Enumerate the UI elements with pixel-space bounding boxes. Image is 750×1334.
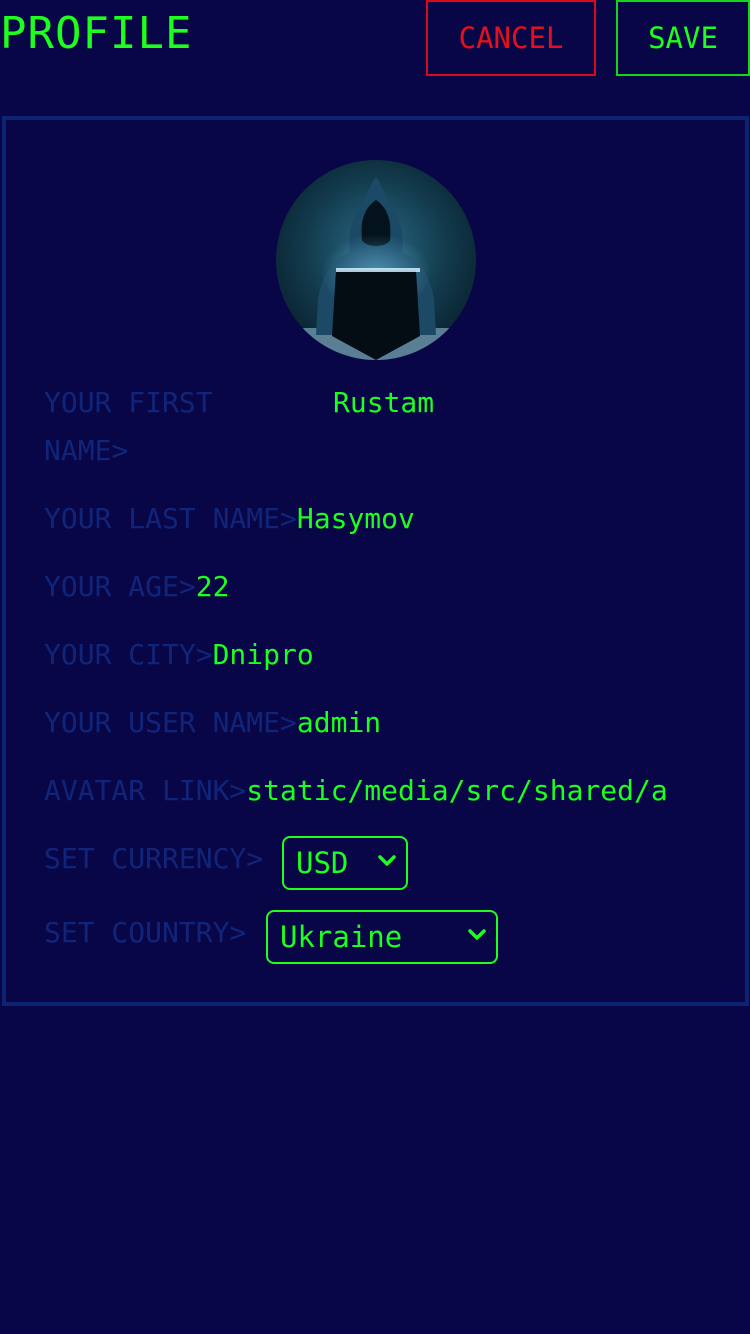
age-row: YOUR AGE>22: [44, 570, 229, 603]
user-name-field[interactable]: admin: [297, 706, 381, 739]
city-label: YOUR CITY>: [44, 638, 213, 671]
city-row: YOUR CITY>Dnipro: [44, 638, 314, 671]
country-label: SET COUNTRY>: [44, 916, 247, 949]
chevron-down-icon: [468, 929, 486, 940]
header: PROFILE CANCEL SAVE: [0, 0, 750, 80]
avatar[interactable]: [276, 160, 476, 360]
currency-row: SET CURRENCY>: [44, 842, 263, 875]
last-name-row: YOUR LAST NAME>Hasymov: [44, 502, 415, 535]
avatar-link-row: AVATAR LINK>static/media/src/shared/a: [44, 774, 668, 807]
cancel-button[interactable]: CANCEL: [426, 0, 596, 76]
hooded-hacker-avatar-icon: [276, 160, 476, 360]
avatar-link-label: AVATAR LINK>: [44, 774, 247, 807]
page-title: PROFILE: [0, 8, 193, 59]
country-select[interactable]: Ukraine: [266, 910, 498, 964]
first-name-label-line2: NAME>: [44, 434, 129, 467]
last-name-field[interactable]: Hasymov: [297, 502, 415, 535]
first-name-label-line1: YOUR FIRST: [44, 386, 213, 419]
first-name-field[interactable]: Rustam: [333, 386, 434, 419]
user-name-label: YOUR USER NAME>: [44, 706, 297, 739]
country-selected-value: Ukraine: [280, 920, 403, 954]
country-row: SET COUNTRY>: [44, 916, 246, 949]
user-name-row: YOUR USER NAME>admin: [44, 706, 381, 739]
profile-card: YOUR FIRST NAME> Rustam YOUR LAST NAME>H…: [2, 116, 749, 1006]
currency-label: SET CURRENCY>: [44, 842, 264, 875]
currency-selected-value: USD: [296, 846, 349, 880]
avatar-link-field[interactable]: static/media/src/shared/a: [246, 774, 667, 807]
age-label: YOUR AGE>: [44, 570, 196, 603]
city-field[interactable]: Dnipro: [213, 638, 314, 671]
save-button[interactable]: SAVE: [616, 0, 750, 76]
chevron-down-icon: [378, 855, 396, 866]
age-field[interactable]: 22: [196, 570, 230, 603]
last-name-label: YOUR LAST NAME>: [44, 502, 297, 535]
currency-select[interactable]: USD: [282, 836, 408, 890]
